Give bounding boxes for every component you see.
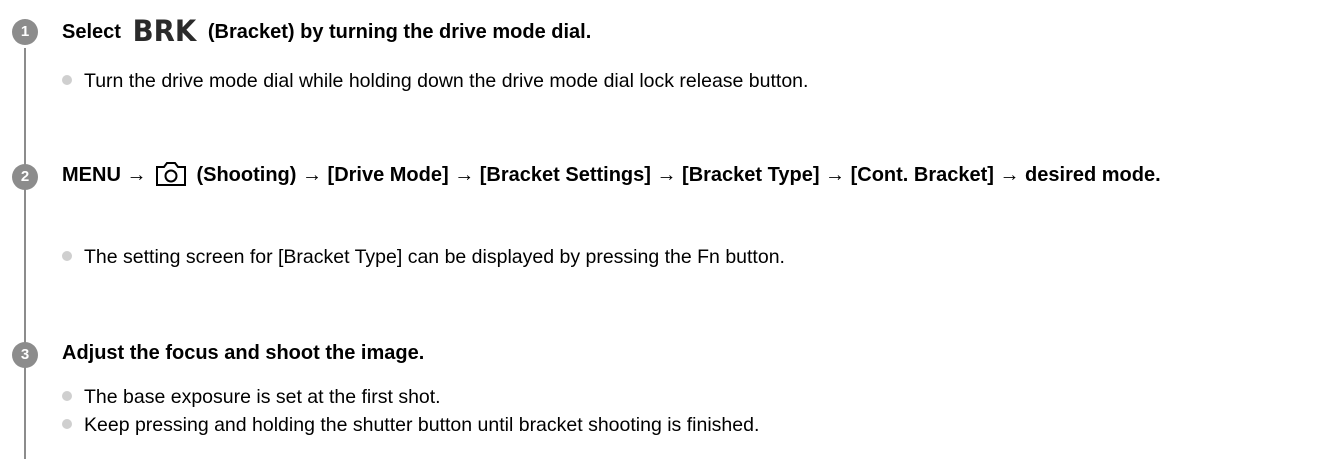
list-item: The setting screen for [Bracket Type] ca… xyxy=(62,243,785,271)
bullet-icon xyxy=(62,391,72,401)
timeline-line xyxy=(24,48,26,459)
camera-icon xyxy=(155,161,187,187)
step-number-2: 2 xyxy=(12,164,38,190)
bullet-icon xyxy=(62,419,72,429)
step-number-3: 3 xyxy=(12,342,38,368)
bullet-icon xyxy=(62,251,72,261)
bullet-icon xyxy=(62,75,72,85)
step-2-title-post: (Shooting) → [Drive Mode] → [Bracket Set… xyxy=(196,164,1161,186)
step-1-title-pre: Select xyxy=(62,21,121,43)
list-item: The base exposure is set at the first sh… xyxy=(62,383,441,411)
list-item: Turn the drive mode dial while holding d… xyxy=(62,67,808,95)
step-2-bullet-1: The setting screen for [Bracket Type] ca… xyxy=(84,246,785,268)
step-3-bullet-2: Keep pressing and holding the shutter bu… xyxy=(84,414,760,436)
step-2-title: MENU → (Shooting) → [Drive Mode] → [Brack… xyxy=(62,160,1312,191)
step-3-title: Adjust the focus and shoot the image. xyxy=(62,342,425,364)
step-1-title-post: (Bracket) by turning the drive mode dial… xyxy=(207,21,592,43)
step-3-bullet-1: The base exposure is set at the first sh… xyxy=(84,386,441,408)
step-2-title-pre: MENU → xyxy=(62,164,147,186)
step-1-bullet-1: Turn the drive mode dial while holding d… xyxy=(84,70,809,92)
step-number-1: 1 xyxy=(12,19,38,45)
bracket-mode-icon: BRK xyxy=(132,14,197,48)
list-item: Keep pressing and holding the shutter bu… xyxy=(62,411,759,439)
step-1-title: Select BRK (Bracket) by turning the drive … xyxy=(62,16,1312,48)
